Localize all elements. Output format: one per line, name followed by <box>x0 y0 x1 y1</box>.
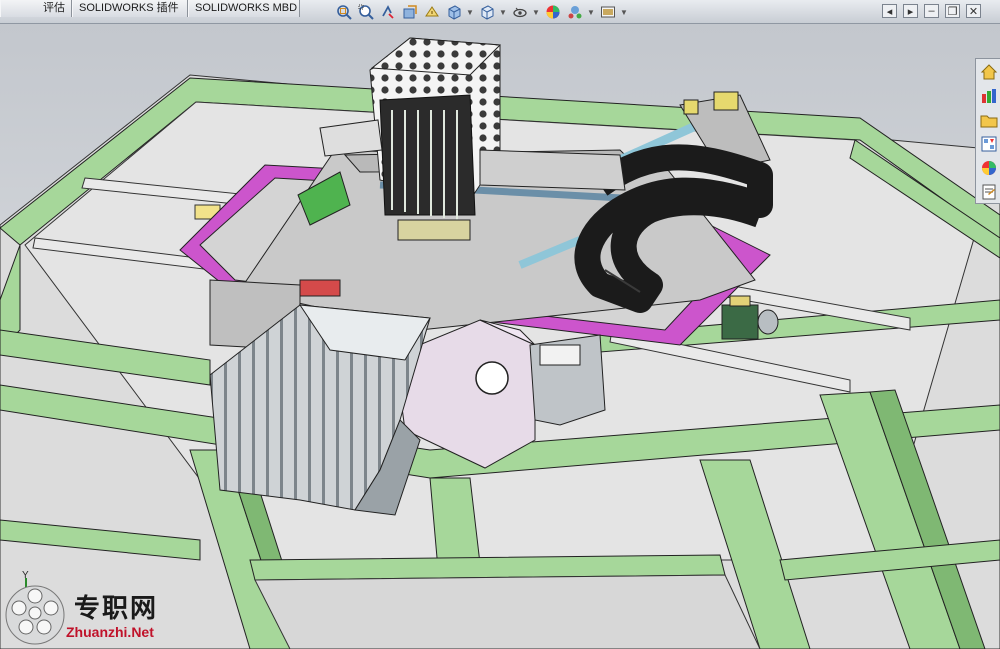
document-window-controls: ◂ ▸ – ❐ ✕ <box>882 4 981 18</box>
heads-up-view-toolbar: ▼ ▼ ▼ ▼ ▼ <box>334 2 628 22</box>
apply-scene-dropdown-icon[interactable]: ▼ <box>587 3 595 22</box>
edit-appearance-icon[interactable] <box>543 3 562 22</box>
view-palette-icon[interactable] <box>977 132 1000 155</box>
display-style-icon[interactable] <box>477 3 496 22</box>
zoom-to-fit-icon[interactable] <box>334 3 353 22</box>
custom-properties-icon[interactable] <box>977 180 1000 203</box>
tab-evaluate[interactable]: 评估 <box>0 0 72 17</box>
watermark: 专职网 Zhuanzhi.Net <box>4 582 194 648</box>
view-orientation-dropdown-icon[interactable]: ▼ <box>466 3 474 22</box>
previous-view-icon[interactable] <box>378 3 397 22</box>
tab-solidworks-addins[interactable]: SOLIDWORKS 插件 <box>72 0 188 17</box>
appearances-scenes-icon[interactable] <box>977 156 1000 179</box>
watermark-cn-text: 专职网 <box>74 594 159 624</box>
hide-show-dropdown-icon[interactable]: ▼ <box>532 3 540 22</box>
triad-y-label: Y <box>22 570 29 581</box>
tab-solidworks-mbd[interactable]: SOLIDWORKS MBD <box>188 0 300 17</box>
graphics-area[interactable]: Y 专职网 Zhuanzhi.Net <box>0 24 1000 649</box>
dynamic-annotation-icon[interactable] <box>422 3 441 22</box>
next-window-icon[interactable]: ▸ <box>903 4 918 18</box>
apply-scene-icon[interactable] <box>565 3 584 22</box>
section-view-icon[interactable] <box>400 3 419 22</box>
design-library-icon[interactable] <box>977 84 1000 107</box>
close-icon[interactable]: ✕ <box>966 4 981 18</box>
task-pane-tabs <box>975 58 1000 204</box>
zoom-to-area-icon[interactable] <box>356 3 375 22</box>
restore-icon[interactable]: ❐ <box>945 4 960 18</box>
solidworks-resources-icon[interactable] <box>977 60 1000 83</box>
hide-show-items-icon[interactable] <box>510 3 529 22</box>
file-explorer-icon[interactable] <box>977 108 1000 131</box>
watermark-logo-icon <box>5 585 65 645</box>
display-style-dropdown-icon[interactable]: ▼ <box>499 3 507 22</box>
command-manager-bar: 评估 SOLIDWORKS 插件 SOLIDWORKS MBD ▼ ▼ ▼ ▼ … <box>0 0 1000 24</box>
3d-model-view <box>0 24 1000 649</box>
minimize-icon[interactable]: – <box>924 4 939 18</box>
view-settings-dropdown-icon[interactable]: ▼ <box>620 3 628 22</box>
view-orientation-icon[interactable] <box>444 3 463 22</box>
previous-window-icon[interactable]: ◂ <box>882 4 897 18</box>
view-settings-icon[interactable] <box>598 3 617 22</box>
watermark-url-text: Zhuanzhi.Net <box>66 624 154 640</box>
